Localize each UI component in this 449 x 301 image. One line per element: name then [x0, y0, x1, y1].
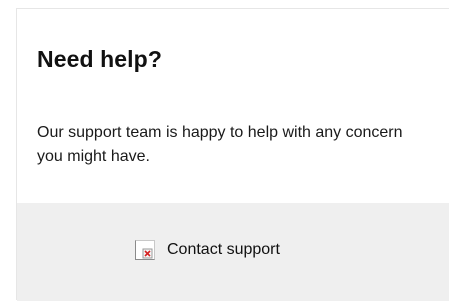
help-card-description: Our support team is happy to help with a… — [37, 124, 403, 165]
help-card-footer: Contact support — [17, 203, 449, 301]
contact-support-label: Contact support — [167, 241, 280, 258]
broken-image-icon — [134, 239, 156, 261]
contact-support-link[interactable]: Contact support — [134, 239, 280, 261]
help-card-title: Need help? — [37, 46, 162, 72]
help-card-body: Need help? Our support team is happy to … — [17, 9, 449, 203]
help-card: Need help? Our support team is happy to … — [16, 8, 449, 301]
